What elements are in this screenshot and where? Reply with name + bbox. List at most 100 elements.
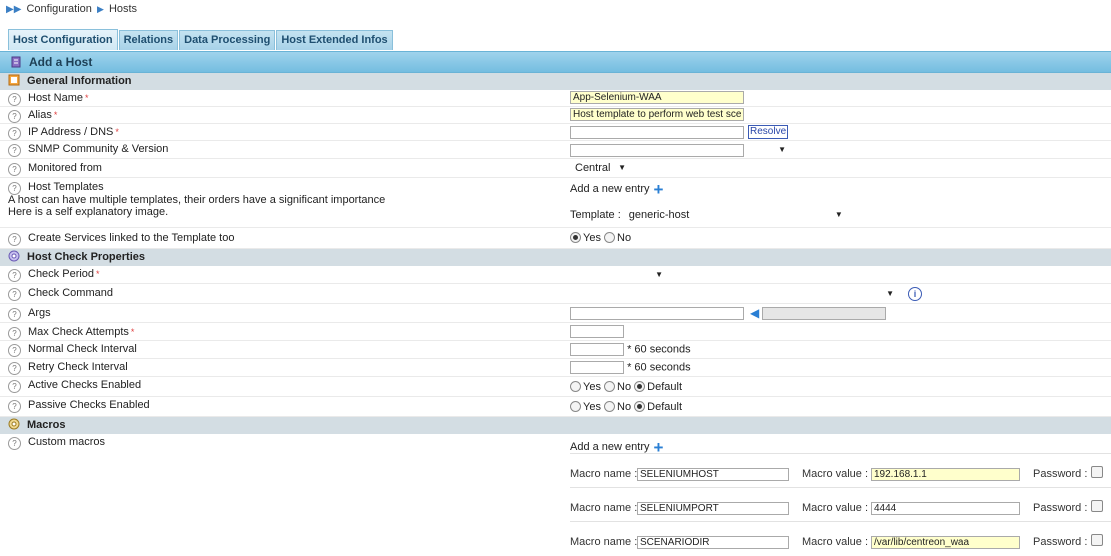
row-check-period: ? Check Period * ▼ xyxy=(0,266,1111,284)
resolve-button[interactable]: Resolve xyxy=(748,125,789,139)
macro-name-input[interactable]: SCENARIODIR xyxy=(637,536,789,549)
macro-name-input[interactable]: SELENIUMHOST xyxy=(637,468,789,481)
help-icon[interactable]: ? xyxy=(8,380,21,393)
check-command-select[interactable]: ▼ xyxy=(570,287,898,301)
tab-host-configuration[interactable]: Host Configuration xyxy=(8,29,118,50)
required-marker: * xyxy=(130,327,135,337)
help-icon[interactable]: ? xyxy=(8,110,21,123)
help-icon[interactable]: ? xyxy=(8,269,21,282)
macro-name-input[interactable]: SELENIUMPORT xyxy=(637,502,789,515)
yes-label: Yes xyxy=(583,381,601,393)
help-icon[interactable]: ? xyxy=(8,362,21,375)
row-host-name: ? Host Name * App-Selenium-WAA xyxy=(0,90,1111,107)
help-icon[interactable]: ? xyxy=(8,400,21,413)
password-checkbox[interactable] xyxy=(1091,500,1103,512)
passive-checks-default-radio[interactable] xyxy=(634,401,646,412)
form-panel: Add a Host General Information ? Host Nam… xyxy=(0,51,1111,556)
row-snmp: ? SNMP Community & Version ▼ xyxy=(0,141,1111,159)
breadcrumb-hosts[interactable]: Hosts xyxy=(109,3,137,15)
passive-checks-no-radio[interactable] xyxy=(604,401,616,412)
macro-row: Macro name : SCENARIODIR Macro value : /… xyxy=(570,521,1111,555)
host-name-label: Host Name xyxy=(28,92,84,104)
row-max-check-attempts: ? Max Check Attempts * xyxy=(0,323,1111,341)
monitored-from-select[interactable]: Central ▼ xyxy=(570,161,630,175)
help-icon[interactable]: ? xyxy=(8,127,21,140)
add-macro-entry[interactable]: Add a new entry xyxy=(570,441,650,453)
help-icon[interactable]: ? xyxy=(8,308,21,321)
info-icon[interactable]: i xyxy=(908,287,922,301)
check-period-label: Check Period xyxy=(28,268,95,280)
template-value: generic-host xyxy=(628,209,690,221)
row-args: ? Args ◀ xyxy=(0,304,1111,323)
yes-label: Yes xyxy=(583,401,601,413)
check-period-select[interactable]: ▼ xyxy=(570,268,667,282)
required-marker: * xyxy=(115,127,119,137)
help-icon[interactable]: ? xyxy=(8,233,21,246)
template-label: Template : xyxy=(570,208,621,221)
row-host-templates: ? Host Templates A host can have multiple… xyxy=(0,178,1111,228)
row-create-services: ? Create Services linked to the Template … xyxy=(0,228,1111,249)
create-services-yes-radio[interactable] xyxy=(570,232,581,243)
add-icon[interactable]: + xyxy=(654,180,664,199)
active-checks-yes-radio[interactable] xyxy=(570,381,581,392)
help-icon[interactable]: ? xyxy=(8,93,21,106)
max-check-attempts-input[interactable] xyxy=(570,325,624,338)
host-templates-help: A host can have multiple templates, thei… xyxy=(8,194,385,218)
password-checkbox[interactable] xyxy=(1091,534,1103,546)
host-name-input[interactable]: App-Selenium-WAA xyxy=(570,91,744,104)
macro-value-input[interactable]: 4444 xyxy=(871,502,1020,515)
chevron-down-icon: ▼ xyxy=(886,289,894,298)
template-select[interactable]: generic-host ▼ xyxy=(624,208,847,222)
macro-value-input[interactable]: 192.168.1.1 xyxy=(871,468,1020,481)
retry-check-interval-input[interactable] xyxy=(570,361,624,374)
chevron-down-icon: ▼ xyxy=(655,270,663,279)
double-arrow-icon: ▶▶ xyxy=(6,4,22,15)
macro-name-label: Macro name : xyxy=(570,502,638,514)
no-label: No xyxy=(617,401,632,413)
tab-data-processing[interactable]: Data Processing xyxy=(179,30,276,50)
tab-bar: Host Configuration Relations Data Processi… xyxy=(8,29,394,50)
help-icon[interactable]: ? xyxy=(8,327,21,340)
arrow-left-icon[interactable]: ◀ xyxy=(750,306,759,320)
active-checks-label: Active Checks Enabled xyxy=(28,379,142,391)
no-label: No xyxy=(617,232,632,244)
row-custom-macros: ? Custom macros Add a new entry + Macro na… xyxy=(0,434,1111,556)
seconds-suffix: * 60 seconds xyxy=(627,361,691,374)
macro-value-input[interactable]: /var/lib/centreon_waa xyxy=(871,536,1020,549)
create-services-no-radio[interactable] xyxy=(604,232,616,243)
passive-checks-yes-radio[interactable] xyxy=(570,401,581,412)
normal-check-interval-input[interactable] xyxy=(570,343,624,356)
section-title: Macros xyxy=(27,419,66,431)
row-ip-address: ? IP Address / DNS * Resolve xyxy=(0,124,1111,141)
help-icon[interactable]: ? xyxy=(8,144,21,157)
row-normal-check-interval: ? Normal Check Interval * 60 seconds xyxy=(0,341,1111,359)
check-command-label: Check Command xyxy=(28,287,113,299)
tab-relations[interactable]: Relations xyxy=(118,30,179,50)
required-marker: * xyxy=(96,269,100,279)
snmp-community-input[interactable] xyxy=(570,143,744,157)
help-icon[interactable]: ? xyxy=(8,288,21,301)
normal-check-interval-label: Normal Check Interval xyxy=(28,343,137,355)
snmp-version-select[interactable]: ▼ xyxy=(750,143,790,157)
active-checks-no-radio[interactable] xyxy=(604,381,616,392)
breadcrumb-configuration[interactable]: Configuration xyxy=(26,3,91,15)
macro-name-label: Macro name : xyxy=(570,468,638,480)
ip-address-input[interactable] xyxy=(570,125,744,139)
help-icon[interactable]: ? xyxy=(8,344,21,357)
default-label: Default xyxy=(647,381,682,393)
tab-host-extended-infos[interactable]: Host Extended Infos xyxy=(276,30,393,50)
args-input[interactable] xyxy=(570,306,744,320)
yes-label: Yes xyxy=(583,232,601,244)
max-check-attempts-label: Max Check Attempts xyxy=(28,326,129,338)
host-form-icon xyxy=(10,54,22,68)
templates-help-line2: Here is a self explanatory image. xyxy=(8,206,169,218)
alias-input[interactable]: Host template to perform web test sce xyxy=(570,108,744,121)
seconds-suffix: * 60 seconds xyxy=(627,343,691,356)
help-icon[interactable]: ? xyxy=(8,437,21,450)
row-alias: ? Alias * Host template to perform web tes… xyxy=(0,107,1111,124)
active-checks-default-radio[interactable] xyxy=(634,381,646,392)
help-icon[interactable]: ? xyxy=(8,163,21,176)
monitored-from-value: Central xyxy=(575,162,611,174)
add-template-entry[interactable]: Add a new entry xyxy=(570,183,650,195)
password-checkbox[interactable] xyxy=(1091,466,1103,478)
